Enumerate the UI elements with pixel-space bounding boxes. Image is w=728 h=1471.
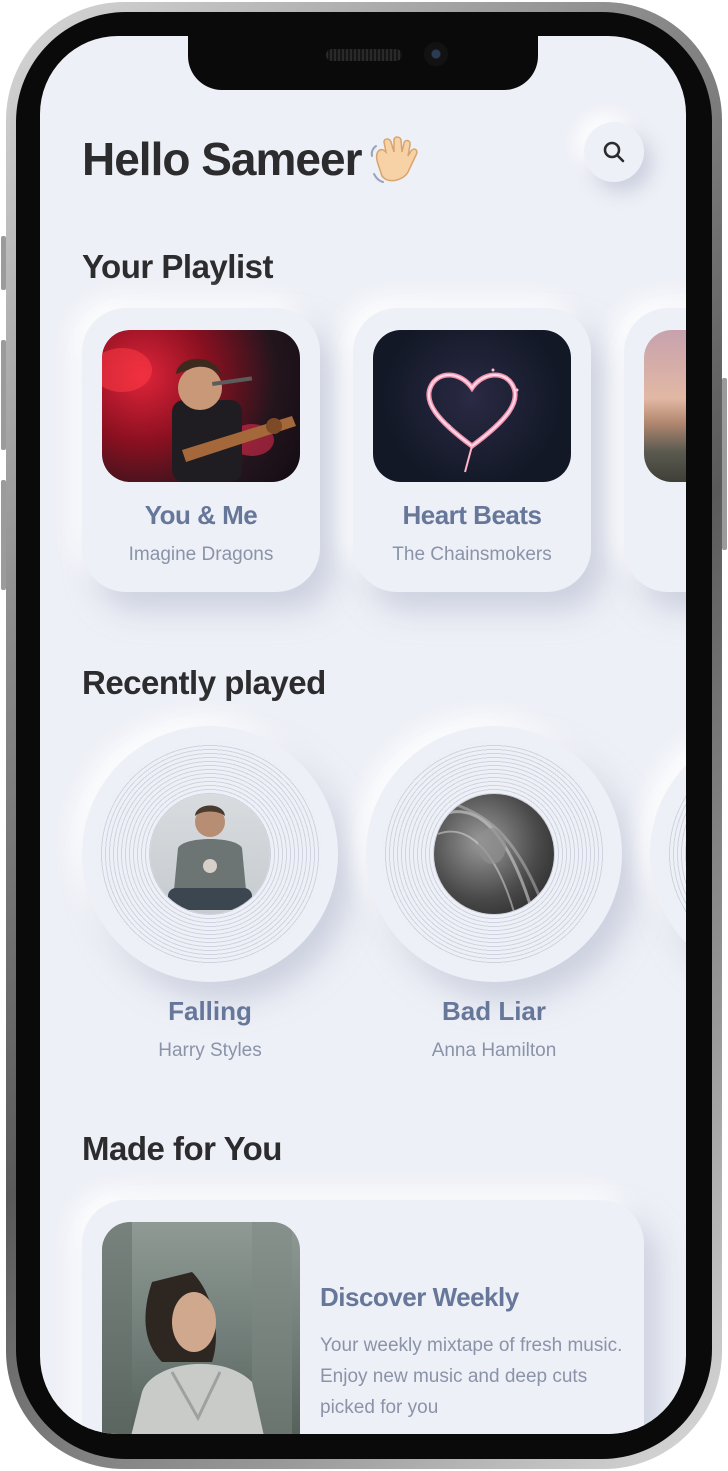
speaker-grille	[326, 49, 402, 61]
recent-section-title: Recently played	[82, 664, 326, 701]
playlist-card[interactable]: Heart Beats The Chainsmokers	[353, 308, 591, 592]
playlist-cover-sunset	[644, 330, 686, 482]
volume-down-button	[1, 480, 6, 590]
search-icon	[603, 141, 625, 163]
mute-switch	[1, 236, 6, 290]
woman-portrait-image	[437, 802, 542, 913]
recent-artist: Harry Styles	[158, 1040, 262, 1061]
notch	[188, 36, 538, 90]
discover-weekly-cover	[102, 1222, 300, 1434]
playlist-card[interactable]: You & Me Imagine Dragons	[82, 308, 320, 592]
playlist-artist: Imagine Dragons	[128, 544, 274, 565]
seated-man-image	[168, 805, 252, 910]
volume-up-button	[1, 340, 6, 450]
recent-disc[interactable]	[82, 726, 338, 982]
discover-weekly-card[interactable]: Discover Weekly Your weekly mixtape of f…	[82, 1200, 644, 1434]
playlist-card[interactable]: Y S	[624, 308, 686, 592]
search-button[interactable]	[584, 122, 644, 182]
playlist-title: Heart Beats	[402, 500, 542, 530]
playlist-cover-heart	[373, 330, 571, 482]
playlist-title: You & Me	[144, 500, 258, 530]
recent-disc[interactable]	[650, 726, 686, 982]
made-for-you-section-title: Made for You	[82, 1130, 282, 1167]
waving-hand-icon	[370, 136, 418, 183]
playlist-title: Y	[624, 500, 686, 531]
front-camera	[424, 42, 448, 66]
vinyl-grooves	[666, 742, 686, 966]
recent-disc[interactable]	[366, 726, 622, 982]
recent-title: Bad Liar	[441, 996, 547, 1026]
discover-weekly-description: Your weekly mixtape of fresh music. Enjo…	[320, 1335, 623, 1418]
recent-artist: Anna Hamilton	[431, 1040, 557, 1061]
playlist-section-title: Your Playlist	[82, 248, 273, 285]
playlist-cover-concert	[102, 330, 300, 482]
greeting-title: Hello Sameer	[82, 133, 362, 185]
man-looking-up-image	[102, 1222, 292, 1434]
recent-title: Falling	[168, 996, 252, 1026]
discover-weekly-title: Discover Weekly	[320, 1282, 519, 1312]
playlist-artist: S	[624, 544, 686, 566]
app-screen: Hello Sameer Your Playlist You & Me Imag…	[40, 36, 686, 1434]
power-button	[722, 378, 727, 550]
artist-photo-anna	[434, 794, 554, 914]
guitarist-image	[102, 348, 296, 482]
sparkler-heart-image	[426, 368, 519, 473]
playlist-artist: The Chainsmokers	[392, 544, 552, 565]
artist-photo-harry	[150, 794, 270, 914]
